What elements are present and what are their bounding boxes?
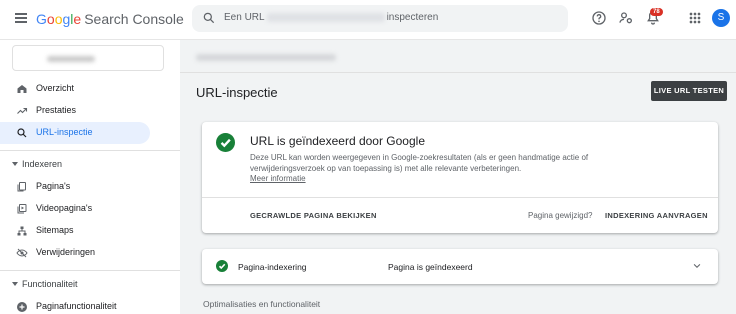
video-pages-icon [17, 204, 27, 214]
property-selector[interactable] [12, 45, 164, 71]
collapse-caret-icon [12, 162, 18, 166]
redacted-url [266, 12, 385, 22]
notification-badge: 78 [650, 8, 663, 16]
sidebar-item-label: Sitemaps [36, 225, 74, 235]
sitemap-icon [17, 226, 27, 236]
sidebar-section-indexing[interactable]: Indexeren [0, 154, 180, 176]
redacted-breadcrumb [196, 54, 336, 61]
main-divider [180, 72, 736, 73]
page-indexing-row[interactable]: Pagina-indexering Pagina is geïndexeerd [202, 249, 718, 284]
index-status-heading: URL is geïndexeerd door Google [250, 134, 425, 148]
index-status-card: URL is geïndexeerd door Google Deze URL … [202, 122, 718, 233]
page-indexing-status: Pagina is geïndexeerd [388, 262, 473, 272]
sidebar-item-pages[interactable]: Pagina's [0, 176, 150, 198]
sidebar-item-sitemaps[interactable]: Sitemaps [0, 220, 150, 242]
logo-letter: G [36, 11, 47, 27]
section-title: Indexeren [22, 159, 63, 169]
sidebar-divider [0, 150, 180, 151]
search-icon [203, 12, 215, 24]
page-changed-question: Pagina gewijzigd? [528, 211, 593, 220]
sidebar-divider [0, 270, 180, 271]
home-icon [17, 85, 27, 93]
check-circle-icon [216, 133, 235, 152]
page-title: URL-inspectie [196, 85, 278, 100]
url-inspect-search-input[interactable]: Een URL inspecteren [192, 5, 568, 32]
product-name: Search Console [84, 11, 184, 27]
sidebar-item-video-pages[interactable]: Videopagina's [0, 198, 150, 220]
learn-more-link[interactable]: Meer informatie [250, 174, 306, 183]
chevron-down-icon[interactable] [692, 262, 702, 270]
apps-grid-icon[interactable] [687, 10, 703, 26]
collapse-caret-icon [12, 282, 18, 286]
search-icon [17, 128, 27, 138]
redacted-property [47, 56, 95, 62]
pages-icon [17, 182, 26, 192]
card-divider [202, 197, 718, 198]
avatar[interactable]: S [712, 9, 730, 27]
search-placeholder-prefix: Een URL [224, 12, 265, 23]
eye-off-icon [16, 248, 28, 258]
sidebar: Overzicht Prestaties URL-inspectie Index… [0, 40, 180, 314]
live-url-test-button[interactable]: LIVE URL TESTEN [651, 81, 727, 101]
app-logo[interactable]: Google Search Console [36, 11, 184, 27]
search-placeholder-suffix: inspecteren [386, 12, 439, 23]
page-indexing-label: Pagina-indexering [238, 262, 307, 272]
optimizations-section-title: Optimalisaties en functionaliteit [203, 299, 321, 309]
sidebar-item-label: Prestaties [36, 105, 77, 115]
sidebar-item-label: Verwijderingen [36, 247, 96, 257]
manage-users-icon[interactable] [618, 10, 634, 26]
sidebar-item-label: Videopagina's [36, 203, 93, 213]
sidebar-item-label: Paginafunctionaliteit [36, 301, 117, 311]
help-icon[interactable] [591, 10, 607, 26]
request-indexing-button[interactable]: INDEXERING AANVRAGEN [605, 211, 708, 220]
sidebar-section-functionality[interactable]: Functionaliteit [0, 274, 180, 296]
plus-circle-icon [17, 302, 27, 312]
view-crawled-page-button[interactable]: GECRAWLDE PAGINA BEKIJKEN [250, 211, 377, 220]
logo-letter: e [73, 11, 82, 27]
sidebar-item-overview[interactable]: Overzicht [0, 78, 150, 100]
section-title: Functionaliteit [22, 279, 78, 289]
sidebar-item-label: Pagina's [36, 181, 71, 191]
sidebar-item-url-inspection[interactable]: URL-inspectie [0, 122, 150, 144]
sidebar-item-label: URL-inspectie [36, 127, 93, 137]
menu-icon[interactable] [15, 13, 27, 23]
logo-letter: o [46, 11, 55, 27]
sidebar-item-page-experience[interactable]: Paginafunctionaliteit [0, 296, 150, 314]
top-bar: Google Search Console Een URL inspecteren … [0, 0, 736, 40]
sidebar-item-removals[interactable]: Verwijderingen [0, 242, 150, 264]
index-status-description: Deze URL kan worden weergegeven in Googl… [250, 153, 589, 173]
check-circle-icon [216, 260, 228, 272]
sidebar-item-performance[interactable]: Prestaties [0, 100, 150, 122]
trending-up-icon [17, 107, 28, 114]
sidebar-item-label: Overzicht [36, 83, 75, 93]
